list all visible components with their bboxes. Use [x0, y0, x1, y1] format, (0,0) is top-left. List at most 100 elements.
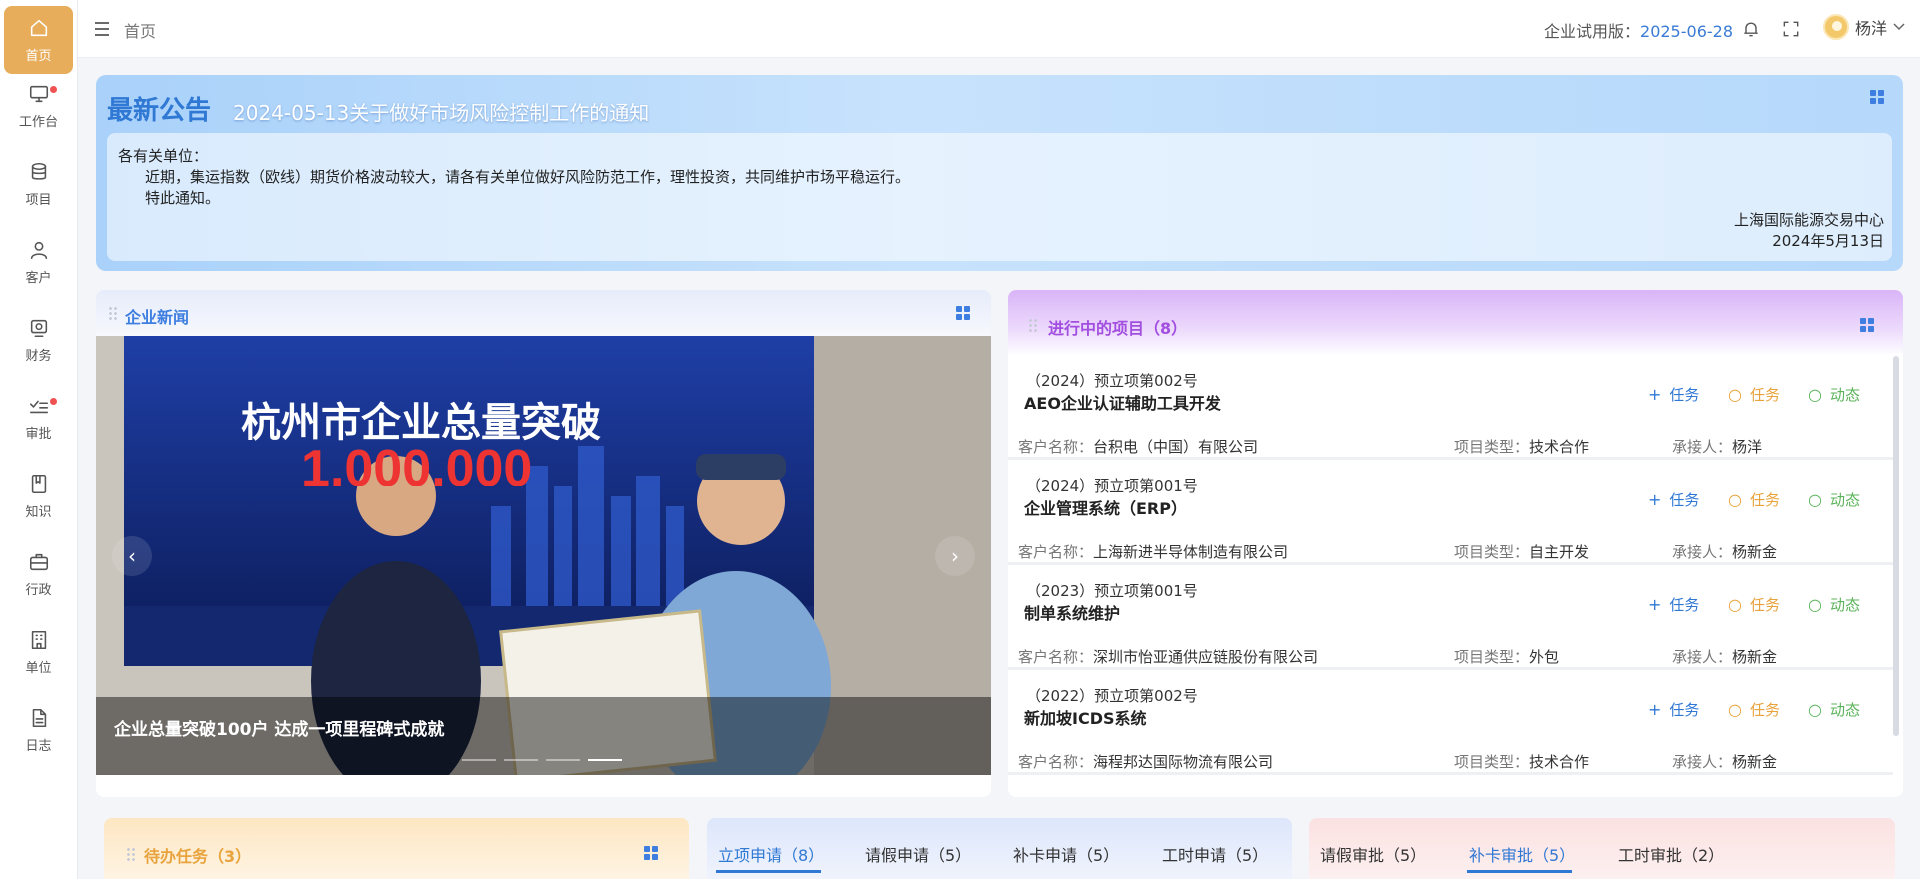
tab-approvals-1[interactable]: 补卡审批（5）	[1469, 842, 1575, 866]
sidebar-item-projects[interactable]: 项目	[4, 150, 73, 218]
search-icon: ○	[1808, 595, 1822, 614]
sidebar-item-logs[interactable]: 日志	[4, 696, 73, 764]
book-icon	[31, 474, 46, 493]
grid-icon[interactable]	[1870, 90, 1884, 104]
sidebar-item-label: 财务	[25, 348, 52, 364]
type-label: 项目类型：	[1454, 753, 1530, 771]
customer-info: 客户名称：台积电（中国）有限公司	[1018, 436, 1258, 457]
activity-button[interactable]: ○ 动态	[1808, 699, 1860, 720]
owner-label: 承接人：	[1672, 438, 1733, 456]
tab-applications-3[interactable]: 工时申请（5）	[1162, 842, 1268, 866]
fullscreen-icon[interactable]	[1781, 19, 1801, 39]
drag-handle-icon[interactable]	[126, 847, 136, 861]
project-row[interactable]: （2024）预立项第001号 企业管理系统（ERP） + 任务 ○ 任务 ○ 动态客户名称：上…	[1008, 461, 1893, 565]
user-icon	[30, 241, 47, 259]
sidebar-item-units[interactable]: 单位	[4, 618, 73, 686]
news-carousel[interactable]: 杭州市企业总量突破 1,000,000 ‹ › 企业总量突破100户 达成一项里…	[96, 336, 991, 775]
carousel-next-button[interactable]: ›	[935, 536, 975, 576]
sidebar-item-workbench[interactable]: 工作台	[4, 72, 73, 140]
view-task-button[interactable]: ○ 任务	[1728, 594, 1780, 615]
project-row[interactable]: （2024）预立项第002号 AEO企业认证辅助工具开发 + 任务 ○ 任务 ○ 动态客户名称…	[1008, 356, 1893, 460]
carousel-dot[interactable]	[588, 759, 622, 761]
carousel-dot[interactable]	[504, 759, 538, 761]
grid-icon[interactable]	[956, 306, 970, 320]
type-info: 项目类型：技术合作	[1454, 436, 1589, 457]
customer-label: 客户名称：	[1018, 648, 1094, 666]
type-info: 项目类型：自主开发	[1454, 541, 1589, 562]
chevron-down-icon	[1893, 23, 1905, 31]
carousel-dot[interactable]	[462, 759, 496, 761]
sidebar-item-label: 行政	[25, 582, 52, 598]
project-number: （2024）预立项第002号	[1026, 372, 1198, 390]
view-task-label: 任务	[1749, 701, 1780, 719]
grid-icon[interactable]	[1860, 318, 1874, 332]
breadcrumb[interactable]: 首页	[124, 18, 156, 42]
tab-approvals-0[interactable]: 请假审批（5）	[1320, 842, 1426, 866]
search-icon: ○	[1808, 490, 1822, 509]
add-task-button[interactable]: + 任务	[1648, 384, 1699, 405]
add-task-button[interactable]: + 任务	[1648, 699, 1699, 720]
sidebar-item-home[interactable]: 首页	[4, 6, 73, 74]
sidebar-item-finance[interactable]: 财务	[4, 306, 73, 374]
activity-button[interactable]: ○ 动态	[1808, 594, 1860, 615]
menu-toggle-icon[interactable]	[94, 20, 110, 38]
image-headline: 杭州市企业总量突破 1,000,000	[241, 400, 601, 486]
tab-applications-1[interactable]: 请假申请（5）	[865, 842, 971, 866]
tab-applications-0[interactable]: 立项申请（8）	[718, 842, 824, 866]
announcement-subtitle[interactable]: 2024-05-13关于做好市场风险控制工作的通知	[233, 97, 649, 126]
customer-info: 客户名称：上海新进半导体制造有限公司	[1018, 541, 1288, 562]
project-row[interactable]: （2023）预立项第001号 制单系统维护 + 任务 ○ 任务 ○ 动态 客户名称：深圳市怡亚通…	[1008, 566, 1893, 670]
announcement-closing: 特此通知。	[145, 189, 221, 207]
owner-label: 承接人：	[1672, 543, 1733, 561]
tab-applications-2[interactable]: 补卡申请（5）	[1013, 842, 1119, 866]
caption-text[interactable]: 企业总量突破100户 达成一项里程碑式成就	[114, 715, 444, 740]
scrollbar[interactable]	[1893, 356, 1899, 736]
project-number: （2022）预立项第002号	[1026, 687, 1198, 705]
database-icon	[31, 162, 46, 180]
owner-name: 杨新金	[1732, 543, 1778, 561]
carousel-dot[interactable]	[546, 759, 580, 761]
plus-icon: +	[1648, 700, 1662, 719]
view-task-button[interactable]: ○ 任务	[1728, 699, 1780, 720]
user-menu[interactable]: 杨洋	[1823, 14, 1905, 40]
notification-dot	[50, 398, 57, 405]
finance-icon	[30, 319, 47, 337]
trial-info: 企业试用版：2025-06-28	[1544, 18, 1733, 42]
tab-approvals-2[interactable]: 工时审批（2）	[1618, 842, 1724, 866]
sidebar-item-label: 单位	[25, 660, 52, 676]
sidebar-item-approval[interactable]: 审批	[4, 384, 73, 452]
active-tab-indicator	[1467, 870, 1572, 873]
project-row[interactable]: （2022）预立项第002号 新加坡ICDS系统 + 任务 ○ 任务 ○ 动态 客户名称：海程邦…	[1008, 671, 1893, 775]
activity-button[interactable]: ○ 动态	[1808, 489, 1860, 510]
grid-icon[interactable]	[644, 846, 658, 860]
add-task-button[interactable]: + 任务	[1648, 489, 1699, 510]
view-task-button[interactable]: ○ 任务	[1728, 489, 1780, 510]
projects-title: 进行中的项目（8）	[1048, 319, 1188, 338]
project-number: （2024）预立项第001号	[1026, 477, 1198, 495]
approve-icon	[29, 400, 48, 413]
project-name[interactable]: AEO企业认证辅助工具开发	[1024, 390, 1221, 414]
project-name[interactable]: 新加坡ICDS系统	[1024, 705, 1147, 729]
project-name[interactable]: 企业管理系统（ERP）	[1024, 495, 1187, 519]
announcement-date: 2024年5月13日	[1772, 232, 1884, 250]
activity-button[interactable]: ○ 动态	[1808, 384, 1860, 405]
search-icon: ○	[1728, 700, 1742, 719]
drag-handle-icon[interactable]	[1028, 318, 1038, 332]
view-task-button[interactable]: ○ 任务	[1728, 384, 1780, 405]
todo-card: 待办任务（3）	[104, 818, 689, 879]
sidebar-item-customers[interactable]: 客户	[4, 228, 73, 296]
activity-label: 动态	[1829, 701, 1860, 719]
bell-icon[interactable]	[1741, 19, 1761, 39]
announcement-text: 近期，集运指数（欧线）期货价格波动较大，请各有关单位做好风险防范工作，理性投资，…	[145, 168, 911, 186]
carousel-prev-button[interactable]: ‹	[112, 536, 152, 576]
projects-card: 进行中的项目（8） （2024）预立项第002号 AEO企业认证辅助工具开发 + 任务…	[1008, 290, 1903, 797]
sidebar-item-knowledge[interactable]: 知识	[4, 462, 73, 530]
sidebar-item-admin[interactable]: 行政	[4, 540, 73, 608]
owner-info: 承接人：杨新金	[1672, 541, 1777, 562]
top-header: 首页 企业试用版：2025-06-28 杨洋	[78, 0, 1920, 58]
drag-handle-icon[interactable]	[108, 306, 118, 320]
add-task-button[interactable]: + 任务	[1648, 594, 1699, 615]
notification-dot	[50, 86, 57, 93]
customer-info: 客户名称：深圳市怡亚通供应链股份有限公司	[1018, 646, 1318, 667]
project-name[interactable]: 制单系统维护	[1024, 600, 1120, 624]
